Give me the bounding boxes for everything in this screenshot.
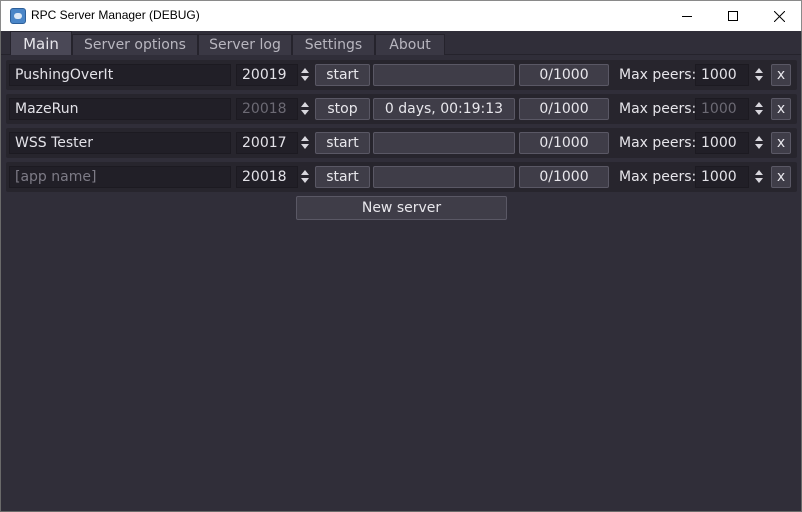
tab-bar: Main Server options Server log Settings … xyxy=(1,31,801,55)
port-spinner-icon[interactable] xyxy=(300,132,310,154)
remove-server-button[interactable]: x xyxy=(771,98,791,120)
port-field[interactable]: 20019 xyxy=(236,64,298,86)
max-peers-spinner-icon[interactable] xyxy=(754,98,764,120)
remove-server-button[interactable]: x xyxy=(771,166,791,188)
app-name-field[interactable]: WSS Tester xyxy=(9,132,231,154)
port-spinner-icon[interactable] xyxy=(300,98,310,120)
tab-server-log[interactable]: Server log xyxy=(198,34,292,55)
max-peers-spinner-icon[interactable] xyxy=(754,64,764,86)
app-name-field[interactable]: MazeRun xyxy=(9,98,231,120)
remove-server-button[interactable]: x xyxy=(771,132,791,154)
minimize-button[interactable] xyxy=(664,1,710,31)
start-button[interactable]: start xyxy=(315,64,370,86)
max-peers-field[interactable]: 1000 xyxy=(695,64,749,86)
minimize-icon xyxy=(682,16,692,17)
start-button[interactable]: start xyxy=(315,132,370,154)
max-peers-spinner-icon[interactable] xyxy=(754,132,764,154)
max-peers-field: 1000 xyxy=(695,98,749,120)
max-peers-label: Max peers: xyxy=(619,169,697,185)
port-spinner-icon[interactable] xyxy=(300,166,310,188)
port-field: 20018 xyxy=(236,98,298,120)
stop-button[interactable]: stop xyxy=(315,98,370,120)
tab-settings[interactable]: Settings xyxy=(292,34,375,55)
peers-display: 0/1000 xyxy=(519,166,609,188)
uptime-display xyxy=(373,132,515,154)
max-peers-label: Max peers: xyxy=(619,67,697,83)
app-name-field[interactable]: PushingOverIt xyxy=(9,64,231,86)
app-icon xyxy=(10,8,26,24)
uptime-display xyxy=(373,166,515,188)
port-spinner-icon[interactable] xyxy=(300,64,310,86)
close-icon xyxy=(773,10,785,22)
main-panel: Main Server options Server log Settings … xyxy=(0,31,802,512)
max-peers-spinner-icon[interactable] xyxy=(754,166,764,188)
uptime-display xyxy=(373,64,515,86)
max-peers-field[interactable]: 1000 xyxy=(695,166,749,188)
max-peers-label: Max peers: xyxy=(619,101,697,117)
title-bar: RPC Server Manager (DEBUG) xyxy=(0,0,802,31)
start-button[interactable]: start xyxy=(315,166,370,188)
uptime-display: 0 days, 00:19:13 xyxy=(373,98,515,120)
close-button[interactable] xyxy=(756,1,802,31)
window-title: RPC Server Manager (DEBUG) xyxy=(31,8,200,22)
app-name-field[interactable]: [app name] xyxy=(9,166,231,188)
port-field[interactable]: 20017 xyxy=(236,132,298,154)
new-server-button[interactable]: New server xyxy=(296,196,507,220)
peers-display: 0/1000 xyxy=(519,98,609,120)
peers-display: 0/1000 xyxy=(519,64,609,86)
tab-server-options[interactable]: Server options xyxy=(72,34,198,55)
max-peers-label: Max peers: xyxy=(619,135,697,151)
maximize-icon xyxy=(728,11,738,21)
maximize-button[interactable] xyxy=(710,1,756,31)
peers-display: 0/1000 xyxy=(519,132,609,154)
tab-about[interactable]: About xyxy=(375,34,445,55)
max-peers-field[interactable]: 1000 xyxy=(695,132,749,154)
remove-server-button[interactable]: x xyxy=(771,64,791,86)
tab-main[interactable]: Main xyxy=(10,31,72,55)
port-field[interactable]: 20018 xyxy=(236,166,298,188)
